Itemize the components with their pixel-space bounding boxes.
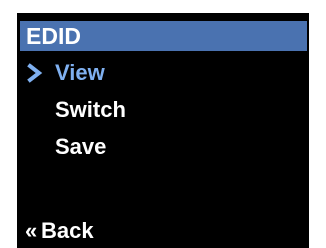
double-chevron-left-icon: « [25,218,38,243]
menu-item-save[interactable]: Save [17,133,307,163]
menu-item-view[interactable]: View [17,59,307,89]
back-button[interactable]: « Back [23,216,173,246]
menu-title: EDID [26,23,81,49]
title-bar: EDID [20,21,307,51]
chevron-right-icon [27,63,43,83]
menu-item-label: Save [55,134,107,159]
menu-item-label: View [55,60,105,85]
menu-item-label: Switch [55,97,126,122]
device-screen: EDID View Switch Save « Back [17,13,309,248]
menu-item-switch[interactable]: Switch [17,96,307,126]
back-label: Back [41,218,94,243]
